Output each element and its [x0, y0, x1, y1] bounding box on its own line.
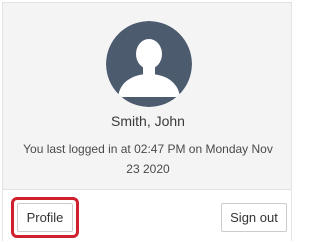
last-login-line-2: 23 2020 — [126, 162, 170, 176]
card-footer: Profile Sign out — [3, 189, 291, 242]
person-silhouette-icon — [106, 21, 192, 107]
user-account-card: Smith, John You last logged in at 02:47 … — [2, 2, 293, 242]
user-avatar — [106, 21, 192, 107]
sign-out-button[interactable]: Sign out — [221, 203, 287, 232]
last-login-line-1: You last logged in at 02:47 PM on Monday… — [23, 142, 273, 156]
last-login-message: You last logged in at 02:47 PM on Monday… — [3, 139, 293, 179]
user-name: Smith, John — [111, 113, 185, 129]
profile-button[interactable]: Profile — [17, 203, 73, 232]
